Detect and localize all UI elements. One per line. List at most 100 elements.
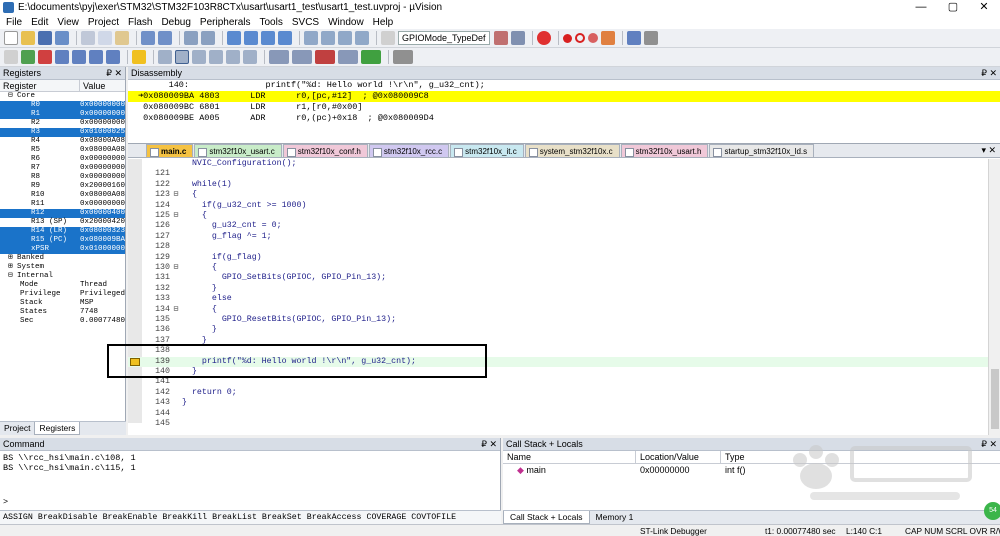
menu-view[interactable]: View	[57, 17, 79, 28]
col-name[interactable]: Name	[503, 451, 636, 463]
editor-scrollbar[interactable]	[988, 159, 1000, 435]
register-row[interactable]: R7 0x00000000	[0, 164, 125, 173]
tab-memory-1[interactable]: Memory 1	[590, 511, 640, 524]
code-line[interactable]: 124 if(g_u32_cnt >= 1000)	[128, 201, 988, 211]
reset-cpu-icon[interactable]	[4, 50, 18, 64]
register-row[interactable]: R5 0x08000A08	[0, 146, 125, 155]
code-line[interactable]: 130 ⊟ {	[128, 263, 988, 273]
step-out-icon[interactable]	[89, 50, 103, 64]
code-line[interactable]: 128	[128, 242, 988, 252]
tab-stm32f10x-conf-h[interactable]: stm32f10x_conf.h	[282, 144, 368, 157]
code-line[interactable]: 127 g_flag ^= 1;	[128, 232, 988, 242]
registers-window-icon[interactable]	[209, 50, 223, 64]
command-input[interactable]: >	[0, 497, 8, 507]
register-row[interactable]: R13 (SP) 0x20000420	[0, 218, 125, 227]
disable-breakpoints-icon[interactable]	[587, 33, 598, 43]
register-row[interactable]: ⊞ System	[0, 263, 125, 272]
window-layout-icon[interactable]	[626, 31, 641, 45]
redo-icon[interactable]	[158, 31, 172, 45]
register-row[interactable]: R3 0x01000025	[0, 128, 125, 137]
code-line[interactable]: 123 ⊟ {	[128, 190, 988, 200]
menu-window[interactable]: Window	[328, 17, 364, 28]
call-stack-window-icon[interactable]	[226, 50, 240, 64]
disasm-instruction[interactable]: 0x080009BE A005 ADR r0,(pc)+0x18 ; @0x08…	[128, 113, 1000, 124]
debug-session-icon[interactable]	[536, 31, 551, 45]
code-line[interactable]: 135 GPIO_ResetBits(GPIOC, GPIO_Pin_13);	[128, 315, 988, 325]
maximize-button[interactable]: ▢	[937, 0, 969, 15]
incremental-find-icon[interactable]	[510, 31, 525, 45]
tab-callstack-locals[interactable]: Call Stack + Locals	[503, 511, 590, 524]
tabs-menu-close[interactable]: ▾ ✕	[981, 144, 996, 157]
analysis-window-icon[interactable]	[315, 50, 335, 64]
save-icon[interactable]	[38, 31, 52, 45]
code-line[interactable]: 145	[128, 419, 988, 429]
find-in-files-icon[interactable]	[381, 31, 395, 45]
register-row[interactable]: R11 0x00000000	[0, 200, 125, 209]
register-row[interactable]: ⊞ Banked	[0, 254, 125, 263]
menu-help[interactable]: Help	[373, 17, 394, 28]
find-icon[interactable]	[493, 31, 508, 45]
kill-breakpoints-icon[interactable]	[600, 31, 615, 45]
col-value[interactable]: Value	[80, 80, 125, 91]
register-row[interactable]: R2 0x00000000	[0, 119, 125, 128]
uncomment-icon[interactable]	[355, 31, 369, 45]
fold-marker[interactable]: ⊟	[170, 305, 182, 315]
register-row[interactable]: R1 0x00000000	[0, 110, 125, 119]
menu-project[interactable]: Project	[88, 17, 119, 28]
register-row[interactable]: Mode Thread	[0, 281, 125, 290]
code-line[interactable]: 136 }	[128, 325, 988, 335]
next-bookmark-icon[interactable]	[261, 31, 275, 45]
register-row[interactable]: R15 (PC) 0x080009BA	[0, 236, 125, 245]
disassembly-window-icon[interactable]	[175, 50, 189, 64]
fold-marker[interactable]: ⊟	[170, 211, 182, 221]
code-line[interactable]: 141	[128, 377, 988, 387]
code-line[interactable]: NVIC_Configuration();	[128, 159, 988, 169]
trace-window-icon[interactable]	[338, 50, 358, 64]
register-row[interactable]: R8 0x00000000	[0, 173, 125, 182]
fold-marker[interactable]: ⊟	[170, 190, 182, 200]
save-all-icon[interactable]	[55, 31, 69, 45]
register-row[interactable]: R10 0x08000A08	[0, 191, 125, 200]
menu-svcs[interactable]: SVCS	[292, 17, 319, 28]
indent-icon[interactable]	[304, 31, 318, 45]
code-line[interactable]: 131 GPIO_SetBits(GPIOC, GPIO_Pin_13);	[128, 273, 988, 283]
navigate-back-icon[interactable]	[184, 31, 198, 45]
close-button[interactable]: ✕	[968, 0, 1000, 15]
enable-breakpoint-icon[interactable]	[574, 33, 585, 43]
toolbox-icon[interactable]	[393, 50, 413, 64]
scrollbar-thumb[interactable]	[991, 369, 999, 429]
register-row[interactable]: R4 0x08000A08	[0, 137, 125, 146]
tab-stm32f10x-rcc-c[interactable]: stm32f10x_rcc.c	[368, 144, 450, 157]
step-into-icon[interactable]	[55, 50, 69, 64]
show-next-statement-icon[interactable]	[132, 50, 146, 64]
register-row[interactable]: States 7748	[0, 308, 125, 317]
code-line[interactable]: 132 }	[128, 284, 988, 294]
menu-debug[interactable]: Debug	[161, 17, 190, 28]
tab-project[interactable]: Project	[0, 422, 34, 435]
register-row[interactable]: R14 (LR) 0x08000323	[0, 227, 125, 236]
menu-tools[interactable]: Tools	[260, 17, 283, 28]
code-line[interactable]: 121	[128, 169, 988, 179]
tab-stm32f10x-it-c[interactable]: stm32f10x_it.c	[450, 144, 524, 157]
clear-bookmarks-icon[interactable]	[278, 31, 292, 45]
stop-icon[interactable]	[38, 50, 52, 64]
register-row[interactable]: Stack MSP	[0, 299, 125, 308]
register-row[interactable]: Privilege Privileged	[0, 290, 125, 299]
col-location[interactable]: Location/Value	[636, 451, 721, 463]
register-row[interactable]: R0 0x00000000	[0, 101, 125, 110]
serial-window-icon[interactable]	[292, 50, 312, 64]
code-line[interactable]: 134 ⊟ {	[128, 305, 988, 315]
cut-icon[interactable]	[81, 31, 95, 45]
watch-window-icon[interactable]	[243, 50, 257, 64]
disasm-instruction[interactable]: 0x080009BC 6801 LDR r1,[r0,#0x00]	[128, 102, 1000, 113]
tab-stm32f10x-usart-c[interactable]: stm32f10x_usart.c	[194, 144, 282, 157]
fold-marker[interactable]: ⊟	[170, 263, 182, 273]
comment-icon[interactable]	[338, 31, 352, 45]
open-folder-icon[interactable]	[21, 31, 35, 45]
prev-bookmark-icon[interactable]	[244, 31, 258, 45]
menu-edit[interactable]: Edit	[31, 17, 48, 28]
code-line[interactable]: 125 ⊟ {	[128, 211, 988, 221]
disasm-current-instruction[interactable]: ➜0x080009BA 4803 LDR r0,[pc,#12] ; @0x08…	[128, 91, 1000, 102]
code-line[interactable]: 142 return 0;	[128, 388, 988, 398]
code-line[interactable]: 144	[128, 409, 988, 419]
